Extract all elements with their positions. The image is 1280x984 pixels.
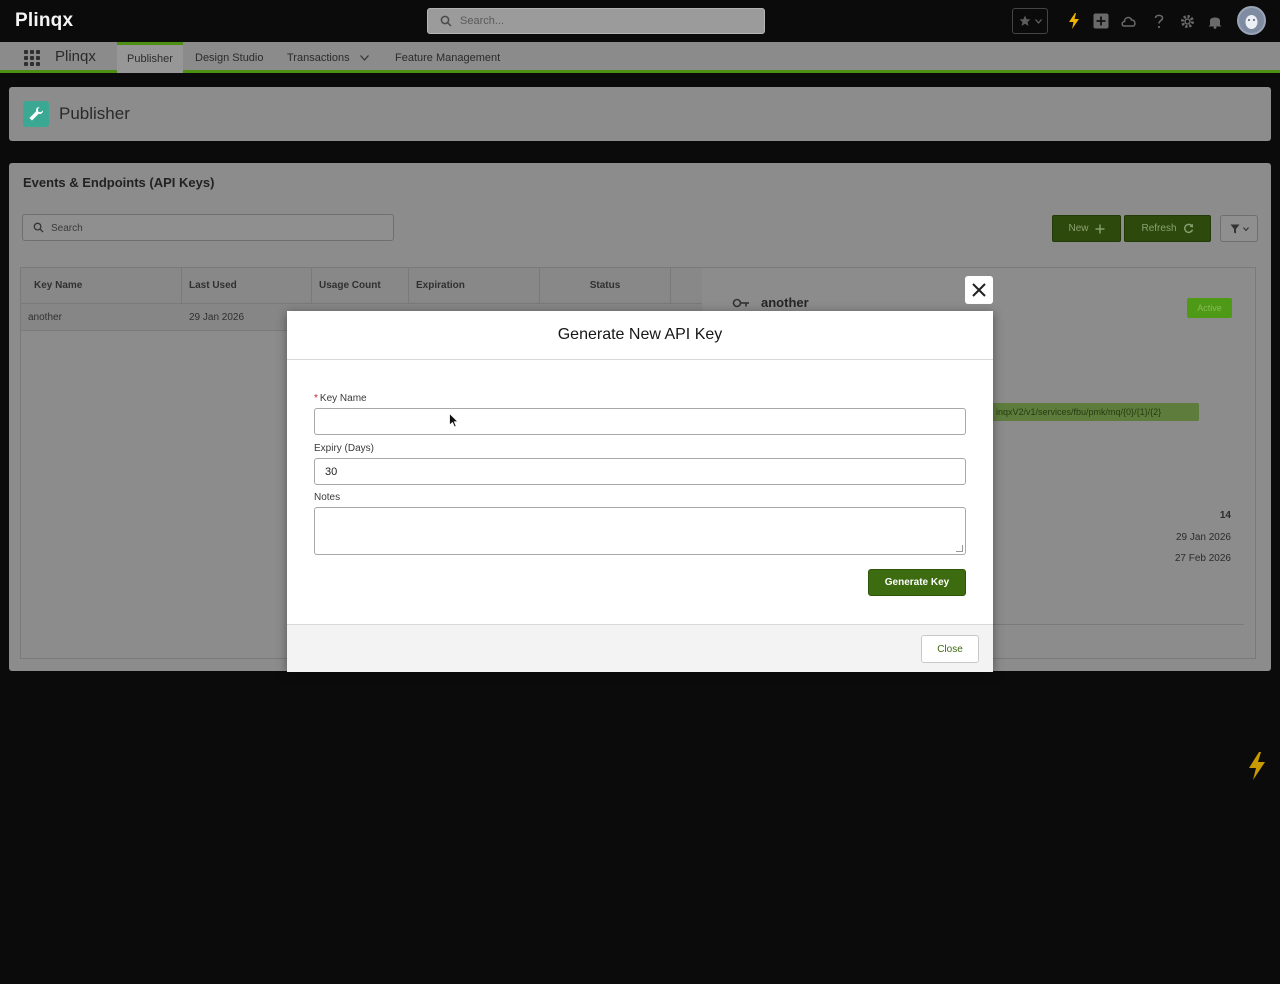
add-icon (1093, 13, 1109, 29)
nav-tab-feature-management[interactable]: Feature Management (395, 42, 500, 73)
nav-tab-transactions[interactable]: Transactions (287, 42, 369, 73)
nav-tab-label: Transactions (287, 51, 350, 64)
nav-tab-label: Feature Management (395, 51, 501, 64)
modal-header: Generate New API Key (287, 311, 993, 360)
required-asterisk: * (314, 393, 318, 404)
help-button[interactable] (1152, 8, 1166, 34)
app-name: Plinqx (55, 48, 96, 65)
filter-icon (1230, 224, 1239, 233)
key-name-label-text: Key Name (319, 393, 367, 404)
page-title: Publisher (59, 104, 130, 123)
brand-logo[interactable]: Plinqx (15, 10, 73, 32)
notes-textarea[interactable] (314, 507, 966, 555)
search-icon (440, 15, 452, 27)
detail-divider (992, 624, 1244, 625)
refresh-button[interactable]: Refresh (1124, 215, 1211, 242)
status-badge: Active (1187, 298, 1232, 318)
key-icon (732, 298, 749, 308)
nav-tab-label: Design Studio (195, 51, 264, 64)
column-header-usage-count[interactable]: Usage Count (312, 268, 409, 304)
app-nav-bar: Plinqx Publisher Design Studio Transacti… (0, 42, 1280, 73)
column-header-status[interactable]: Status (540, 268, 671, 304)
modal-title: Generate New API Key (557, 326, 723, 343)
generate-api-key-modal: Generate New API Key * Key Name Expiry (D… (287, 311, 993, 672)
nav-tab-publisher[interactable]: Publisher (117, 42, 183, 73)
generate-key-button[interactable]: Generate Key (868, 569, 966, 596)
resize-handle[interactable] (956, 545, 963, 552)
chevron-down-icon (1242, 226, 1249, 231)
column-header-last-used[interactable]: Last Used (182, 268, 312, 304)
bolt-icon (1069, 13, 1079, 29)
expiry-days-input[interactable]: 30 (314, 458, 966, 485)
app-launcher-icon[interactable] (24, 50, 40, 66)
table-cell-key-name[interactable]: another (21, 304, 182, 331)
settings-button[interactable] (1179, 8, 1195, 34)
api-key-search-input[interactable]: Search (22, 214, 394, 241)
page-header: Publisher (9, 87, 1271, 141)
wrench-icon (23, 101, 49, 127)
notes-label: Notes (314, 492, 341, 503)
card-title: Events & Endpoints (API Keys) (23, 175, 215, 190)
notifications-button[interactable] (1207, 8, 1223, 34)
refresh-button-label: Refresh (1141, 223, 1177, 234)
close-button[interactable]: Close (921, 635, 979, 663)
setup-button[interactable] (1120, 8, 1138, 34)
detail-usage-count: 14 (1219, 510, 1231, 521)
setup-cloud-icon (1121, 16, 1136, 27)
column-header-key-name[interactable]: Key Name (21, 268, 182, 304)
detail-key-name: another (761, 295, 809, 310)
detail-expiration: 27 Feb 2026 (1174, 553, 1231, 564)
favorites-star-icon (1019, 15, 1030, 26)
column-header-expiration[interactable]: Expiration (409, 268, 540, 304)
expiry-label: Expiry (Days) (314, 443, 375, 454)
new-button-label: New (1068, 223, 1089, 234)
modal-footer: Close (287, 624, 993, 672)
favorites-button[interactable] (1012, 8, 1048, 34)
user-avatar[interactable] (1237, 6, 1266, 35)
global-header: Plinqx Search... (0, 0, 1280, 42)
new-button[interactable]: New (1052, 215, 1121, 242)
close-icon (972, 283, 986, 297)
nav-tab-label: Publisher (127, 53, 173, 65)
global-search-input[interactable]: Search... (427, 8, 765, 34)
column-header-actions (671, 268, 702, 304)
chevron-down-icon[interactable] (359, 54, 369, 61)
endpoint-url[interactable]: inqxV2/v1/services/fbu/pmk/mq/{0}/{1}/{2… (992, 403, 1199, 421)
add-button[interactable] (1092, 8, 1110, 34)
global-search-placeholder: Search... (460, 15, 505, 27)
refresh-icon (1183, 223, 1193, 234)
filter-button[interactable] (1220, 215, 1258, 242)
nav-tab-design-studio[interactable]: Design Studio (195, 42, 264, 73)
search-placeholder: Search (51, 223, 83, 234)
bolt-button[interactable] (1066, 8, 1082, 34)
key-name-label: * Key Name (314, 393, 367, 404)
key-name-input[interactable] (314, 408, 966, 435)
search-icon (33, 222, 44, 233)
add-sparkle-icon (1095, 224, 1104, 233)
help-icon (1154, 14, 1164, 28)
gear-icon (1180, 14, 1194, 28)
avatar-icon (1245, 15, 1258, 29)
bolt-icon[interactable] (1249, 752, 1265, 780)
chevron-down-icon (1034, 18, 1042, 24)
detail-last-used: 29 Jan 2026 (1175, 532, 1231, 543)
mouse-cursor-icon (449, 413, 459, 428)
bell-icon (1208, 17, 1222, 29)
modal-close-x-button[interactable] (965, 276, 993, 304)
